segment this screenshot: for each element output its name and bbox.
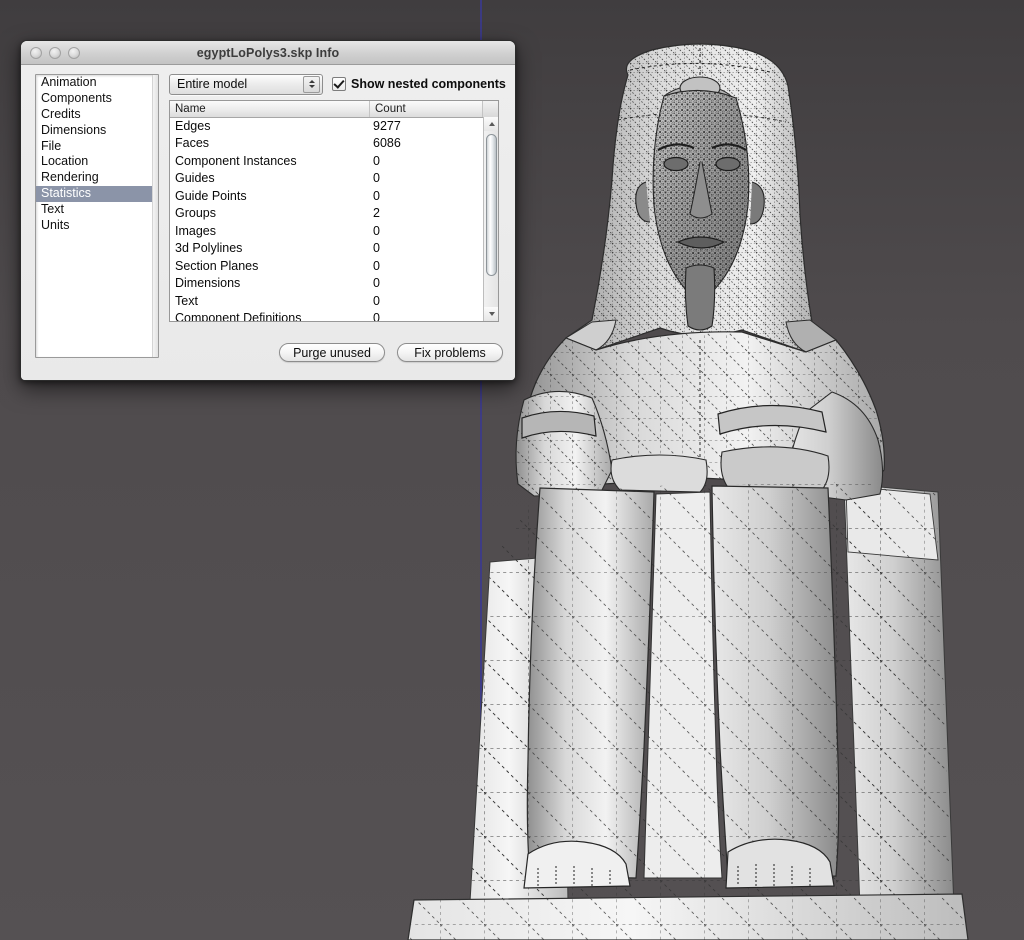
window-title: egyptLoPolys3.skp Info [196,45,340,60]
close-button[interactable] [30,46,42,59]
model-info-window[interactable]: egyptLoPolys3.skp Info Animation Compone… [20,40,516,381]
cell-count: 0 [373,153,380,168]
table-row[interactable]: Images 0 [170,222,483,240]
cell-count: 0 [373,311,380,321]
category-label: Text [41,202,64,217]
cell-name: Guide Points [175,188,247,203]
cell-name: Text [175,293,198,308]
statistics-pane: Entire model Show nested components Name [169,73,507,322]
cell-count: 0 [373,258,380,273]
statistics-table[interactable]: Name Count Edges 9277 Faces 6086 Compone… [169,100,499,322]
table-scrollbar[interactable] [483,117,498,321]
table-header: Name Count [170,101,498,118]
fix-problems-button[interactable]: Fix problems [397,343,503,362]
category-item-statistics[interactable]: Statistics [36,186,158,203]
category-label: Dimensions [41,122,107,137]
table-row[interactable]: Edges 9277 [170,117,483,135]
cell-name: Edges [175,118,211,133]
cell-count: 6086 [373,136,401,151]
table-row[interactable]: Guide Points 0 [170,187,483,205]
scrollbar-thumb[interactable] [486,134,497,276]
scope-popup-button[interactable]: Entire model [169,73,323,95]
window-titlebar[interactable]: egyptLoPolys3.skp Info [21,41,515,65]
checkbox-checked-icon[interactable] [332,77,346,91]
statue-legs [470,482,900,902]
column-header-gutter [483,101,498,117]
cell-name: Images [175,223,216,238]
cell-name: Dimensions [175,276,241,291]
cell-count: 0 [373,293,380,308]
category-item-location[interactable]: Location [36,154,158,170]
category-item-dimensions[interactable]: Dimensions [36,123,158,139]
show-nested-components-row[interactable]: Show nested components [332,77,506,91]
show-nested-components-label: Show nested components [351,77,506,91]
category-label: Credits [41,106,81,121]
table-row[interactable]: Section Planes 0 [170,257,483,275]
scroll-down-arrow-icon[interactable] [484,307,498,321]
column-header-count[interactable]: Count [370,101,483,117]
category-item-rendering[interactable]: Rendering [36,170,158,186]
table-row[interactable]: Text 0 [170,292,483,310]
category-label: File [41,138,62,153]
cell-name: Faces [175,136,210,151]
category-item-components[interactable]: Components [36,91,158,107]
category-list-scroll-gutter[interactable] [152,75,158,357]
cell-count: 0 [373,188,380,203]
cell-name: Component Definitions [175,311,302,321]
table-row[interactable]: Groups 2 [170,205,483,223]
chevron-updown-icon[interactable] [303,75,320,93]
cell-name: Section Planes [175,258,259,273]
screen: egyptLoPolys3.skp Info Animation Compone… [0,0,1024,940]
table-body: Edges 9277 Faces 6086 Component Instance… [170,117,483,321]
window-controls[interactable] [30,46,80,59]
table-row[interactable]: Faces 6086 [170,135,483,153]
minimize-button[interactable] [49,46,61,59]
cell-name: Component Instances [175,153,297,168]
cell-count: 0 [373,276,380,291]
cell-name: Guides [175,171,215,186]
category-item-units[interactable]: Units [36,218,158,234]
zoom-button[interactable] [68,46,80,59]
category-item-animation[interactable]: Animation [36,75,158,91]
category-label: Rendering [41,170,99,185]
cell-count: 0 [373,241,380,256]
scroll-up-arrow-icon[interactable] [484,117,498,131]
category-item-text[interactable]: Text [36,202,158,218]
category-item-file[interactable]: File [36,139,158,155]
cell-count: 0 [373,171,380,186]
category-label: Components [41,90,112,105]
column-header-name[interactable]: Name [170,101,370,117]
cell-count: 0 [373,223,380,238]
table-row[interactable]: Dimensions 0 [170,275,483,293]
dialog-body: Animation Components Credits Dimensions … [21,65,515,380]
cell-name: Groups [175,206,216,221]
cell-count: 9277 [373,118,401,133]
dialog-button-row: Purge unused Fix problems [279,343,503,362]
scope-selected-value: Entire model [177,77,248,91]
cell-name: 3d Polylines [175,241,243,256]
scope-row: Entire model Show nested components [169,73,507,95]
table-row[interactable]: Guides 0 [170,170,483,188]
category-list[interactable]: Animation Components Credits Dimensions … [35,74,159,358]
table-row[interactable]: Component Instances 0 [170,152,483,170]
cell-count: 2 [373,206,380,221]
purge-unused-button[interactable]: Purge unused [279,343,385,362]
table-row[interactable]: 3d Polylines 0 [170,240,483,258]
category-label: Location [41,154,89,169]
category-label: Units [41,218,70,233]
category-label: Animation [41,75,97,89]
category-item-credits[interactable]: Credits [36,107,158,123]
table-row[interactable]: Component Definitions 0 [170,310,483,321]
category-label: Statistics [41,186,92,201]
